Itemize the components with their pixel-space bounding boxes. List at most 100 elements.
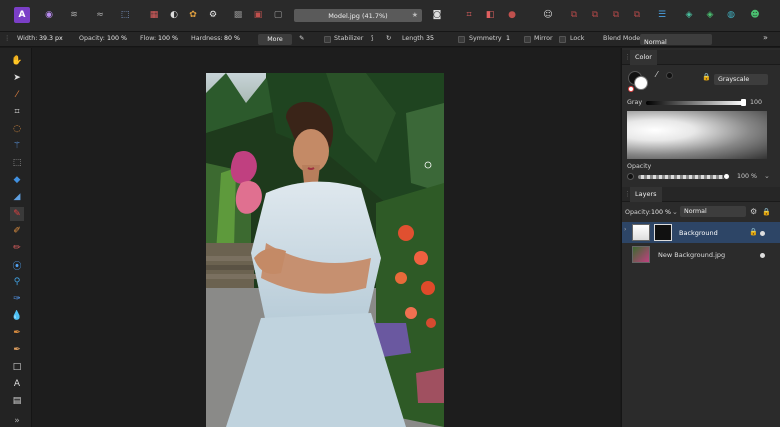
no-color-icon[interactable]	[628, 86, 634, 92]
rope-mode-icon[interactable]: ⟆	[371, 35, 373, 42]
length-field[interactable]: 35	[426, 35, 434, 42]
levels-icon[interactable]: ▦	[147, 8, 161, 22]
color-opacity-thumb[interactable]	[723, 173, 730, 180]
crop-tool-icon[interactable]: ⌗	[10, 105, 24, 119]
gray-slider[interactable]	[646, 101, 744, 105]
preview-mode-icon[interactable]: ◧	[483, 8, 497, 22]
toolbar-more-icon[interactable]: »	[10, 414, 24, 427]
healing-brush-icon[interactable]: ⚲	[10, 275, 24, 289]
layer-locked-icon[interactable]: 🔒	[749, 228, 758, 236]
rectangle-tool-icon[interactable]: □	[10, 360, 24, 374]
star-icon[interactable]: ★	[412, 11, 418, 19]
layer-row-background[interactable]: › Background 🔒	[622, 222, 780, 243]
studio-layers-icon[interactable]: ◈	[703, 8, 717, 22]
layer-row-new-background[interactable]: New Background.jpg	[622, 244, 780, 265]
mirror-checkbox[interactable]	[524, 36, 531, 43]
pen-tool-icon[interactable]: ✒	[10, 343, 24, 357]
gray-slider-thumb[interactable]	[741, 99, 746, 106]
persona-export-icon[interactable]: ⬚	[118, 8, 132, 22]
snapping-icon[interactable]: ●	[505, 8, 519, 22]
crop-red-icon[interactable]: ⌗	[462, 8, 476, 22]
flow-field[interactable]: 100 %	[158, 35, 178, 42]
color-picker-icon[interactable]: ⁄	[10, 88, 24, 102]
flood-fill-icon[interactable]: ◆	[10, 173, 24, 187]
gray-value[interactable]: 100	[750, 99, 762, 106]
layer-name[interactable]: Background	[679, 229, 718, 237]
layer-expand-icon[interactable]: ›	[624, 226, 626, 233]
hand-tool-icon[interactable]: ✋	[10, 54, 24, 68]
persona-develop-icon[interactable]: ≋	[67, 8, 81, 22]
symmetry-field[interactable]: 1	[506, 35, 510, 42]
opacity-label: Opacity:	[79, 35, 105, 42]
tools-panel: ✋ ➤ ⁄ ⌗ ◌ ⚚ ⬚ ◆ ◢ ✎ ✐ ✏ ⦿ ⚲ ✑ 💧 ✒ ✒ □ A …	[0, 48, 32, 427]
paint-brush-icon[interactable]: ✎	[10, 207, 24, 221]
window-mode-icon[interactable]: ↻	[386, 35, 391, 42]
stabilizer-checkbox[interactable]	[324, 36, 331, 43]
hardness-field[interactable]: 80 %	[224, 35, 240, 42]
move-tool-icon[interactable]: ➤	[10, 71, 24, 85]
account-icon[interactable]: ☻	[748, 8, 762, 22]
eyedropper-icon[interactable]: ⁄	[656, 70, 657, 79]
layer-name[interactable]: New Background.jpg	[658, 251, 725, 259]
top-toolbar: A ◉ ≋ ≈ ⬚ ▦ ◐ ✿ ⚙ ▩ ▣ ▢ Model.jpg (41.7%…	[0, 0, 780, 32]
layer-opacity-dropdown-icon[interactable]: ⌄	[672, 208, 678, 216]
arrange-back-icon[interactable]: ⧉	[567, 8, 581, 22]
color-opacity-slider[interactable]	[638, 175, 726, 179]
document-image[interactable]	[206, 73, 444, 427]
blend-mode-select[interactable]: Normal	[640, 34, 712, 46]
document-title[interactable]: Model.jpg (41.7%) ★	[294, 9, 422, 22]
text-tool-icon[interactable]: A	[10, 377, 24, 391]
grid-icon[interactable]: ▩	[231, 8, 245, 22]
expand-chevron-icon[interactable]: »	[763, 33, 768, 42]
red-eye-icon[interactable]: ✒	[10, 326, 24, 340]
auto-contrast-icon[interactable]: ◐	[167, 8, 181, 22]
lock-checkbox[interactable]	[559, 36, 566, 43]
tab-layers[interactable]: Layers	[630, 187, 662, 202]
layer-visibility-icon[interactable]	[760, 231, 765, 236]
color-preview[interactable]	[627, 111, 767, 159]
blur-brush-icon[interactable]: 💧	[10, 309, 24, 323]
layer-settings-icon[interactable]: ⚙	[750, 207, 757, 216]
persona-liquify-icon[interactable]: ◉	[42, 8, 56, 22]
align-icon[interactable]: ☰	[655, 8, 669, 22]
tab-color[interactable]: Color	[630, 50, 657, 65]
quickmask-icon[interactable]: ◙	[430, 8, 444, 22]
more-button[interactable]: More	[258, 34, 292, 45]
color-opacity-value[interactable]: 100 %	[737, 173, 757, 180]
color-wheel-icon[interactable]: ✿	[186, 8, 200, 22]
layer-opacity-value[interactable]: 100 %	[651, 209, 671, 216]
layer-blend-select[interactable]: Normal	[680, 206, 746, 217]
primary-color-swatch[interactable]	[634, 76, 648, 90]
white-balance-icon[interactable]: ⚙	[206, 8, 220, 22]
dodge-brush-icon[interactable]: ✏	[10, 241, 24, 255]
magic-wand-icon[interactable]: ⚚	[10, 139, 24, 153]
fill-swatch[interactable]	[666, 72, 673, 79]
marquee-tool-icon[interactable]: ⬚	[10, 156, 24, 170]
arrange-backward-icon[interactable]: ⧉	[588, 8, 602, 22]
layer-visibility-icon[interactable]	[760, 253, 765, 258]
persona-tonemap-icon[interactable]: ≈	[93, 8, 107, 22]
color-mode-select[interactable]: Grayscale	[714, 74, 768, 85]
clone-brush-icon[interactable]: ⦿	[10, 258, 24, 272]
opacity-field[interactable]: 100 %	[107, 35, 127, 42]
smudge-brush-icon[interactable]: ✑	[10, 292, 24, 306]
layer-lock-icon[interactable]: 🔒	[762, 208, 771, 216]
symmetry-checkbox[interactable]	[458, 36, 465, 43]
erase-brush-icon[interactable]: ✐	[10, 224, 24, 238]
arrange-front-icon[interactable]: ⧉	[630, 8, 644, 22]
layer-mask-thumbnail[interactable]	[654, 224, 672, 241]
arrange-forward-icon[interactable]: ⧉	[609, 8, 623, 22]
mesh-warp-icon[interactable]: ▤	[10, 394, 24, 408]
width-field[interactable]: 39.3 px	[39, 35, 63, 42]
selection-red-icon[interactable]: ▣	[251, 8, 265, 22]
app-logo-icon[interactable]: A	[14, 7, 30, 23]
marquee-icon[interactable]: ▢	[271, 8, 285, 22]
lock-color-icon[interactable]: 🔒	[702, 73, 711, 81]
assistant-icon[interactable]: ☺	[541, 8, 555, 22]
studio-globe-icon[interactable]: ◍	[724, 8, 738, 22]
gradient-tool-icon[interactable]: ◢	[10, 190, 24, 204]
brush-settings-icon[interactable]: ✎	[299, 35, 304, 42]
studio-chat-icon[interactable]: ◈	[682, 8, 696, 22]
selection-brush-icon[interactable]: ◌	[10, 122, 24, 136]
opacity-dropdown-icon[interactable]: ⌄	[764, 172, 770, 180]
